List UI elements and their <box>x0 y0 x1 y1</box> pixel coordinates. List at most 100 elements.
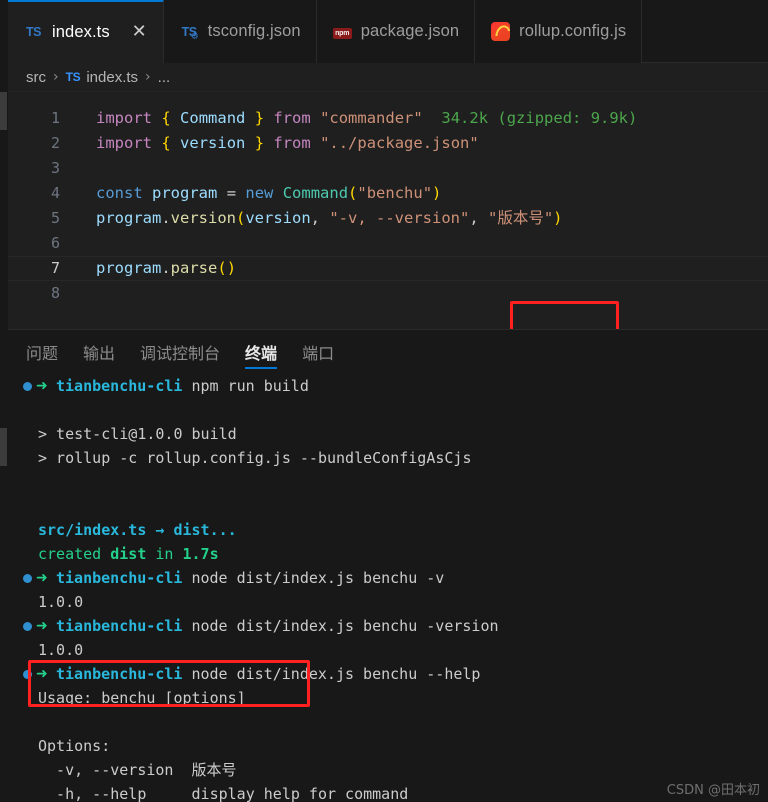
code-token: { <box>161 134 171 152</box>
line-number: 7 <box>50 259 60 277</box>
panel-tab-problems[interactable]: 问题 <box>26 330 58 374</box>
code-text: program.parse() <box>82 256 236 281</box>
code-token: "../package.json" <box>320 134 479 152</box>
terminal-command: npm run build <box>182 377 309 395</box>
code-token: program <box>96 259 162 277</box>
command-success-icon[interactable] <box>16 614 38 638</box>
code-token: from <box>273 134 311 152</box>
code-token: new <box>245 184 274 202</box>
editor-scrollbar-thumb[interactable] <box>0 92 7 130</box>
code-token: } <box>254 109 265 127</box>
tab-rollup-config-js[interactable]: rollup.config.js <box>475 0 643 63</box>
terminal-line: ➜ tianbenchu-cli node dist/index.js bench… <box>8 662 768 686</box>
code-line[interactable]: 8 <box>0 281 768 306</box>
line-number: 1 <box>50 109 60 127</box>
code-token: , <box>469 209 488 227</box>
watermark: CSDN @田本初 <box>666 783 760 798</box>
rollup-icon <box>491 22 511 41</box>
chevron-right-icon: › <box>145 69 151 85</box>
code-line[interactable]: 3 <box>0 156 768 181</box>
code-line[interactable]: 6 <box>0 231 768 256</box>
typescript-config-icon: TS ⚙ <box>181 24 199 42</box>
line-number: 5 <box>50 209 60 227</box>
command-dot-icon <box>22 669 32 679</box>
terminal-scrollbar-thumb[interactable] <box>0 428 7 466</box>
panel-tab-bar: 问题 输出 调试控制台 终端 端口 <box>0 330 768 374</box>
tab-label: rollup.config.js <box>519 22 627 40</box>
terminal-line: > test-cli@1.0.0 build <box>8 422 768 446</box>
code-token: , <box>310 209 330 227</box>
code-token: "benchu" <box>357 184 433 202</box>
close-icon[interactable]: ✕ <box>131 23 148 41</box>
code-line[interactable]: 4 const program = new Command("benchu") <box>0 181 768 206</box>
terminal-output: > test-cli@1.0.0 build <box>38 425 237 443</box>
bottom-panel: 问题 输出 调试控制台 终端 端口 ➜ tianbenchu-cli npm ru… <box>0 329 768 802</box>
tab-tsconfig-json[interactable]: TS ⚙ tsconfig.json <box>163 0 317 63</box>
line-number: 2 <box>50 134 60 152</box>
terminal-line: 1.0.0 <box>8 590 768 614</box>
code-token: ( <box>236 209 246 227</box>
terminal-line: ➜ tianbenchu-cli node dist/index.js bench… <box>8 566 768 590</box>
prompt-host: tianbenchu-cli <box>56 569 183 587</box>
code-token: ) <box>432 184 442 202</box>
code-token: import <box>96 134 152 152</box>
panel-tab-terminal[interactable]: 终端 <box>245 330 278 374</box>
command-success-icon[interactable] <box>16 566 38 590</box>
code-line[interactable]: 7 program.parse() <box>0 256 768 281</box>
terminal-command: node dist/index.js benchu -version <box>182 617 499 635</box>
terminal-output: 1.0.0 <box>38 593 84 611</box>
command-success-icon[interactable] <box>16 662 38 686</box>
tab-package-json[interactable]: npm package.json <box>316 0 476 63</box>
tab-label: tsconfig.json <box>207 22 301 40</box>
code-token: program <box>96 209 162 227</box>
terminal-output: Usage: benchu [options] <box>38 689 246 707</box>
code-token: "版本号" <box>488 209 554 227</box>
code-text: const program = new Command("benchu") <box>82 181 441 206</box>
code-token: const <box>96 184 143 202</box>
breadcrumb-item-src[interactable]: src <box>26 69 46 86</box>
editor-left-rail <box>0 0 8 802</box>
prompt-arrow-icon: ➜ <box>36 666 48 682</box>
code-token: . <box>161 259 171 277</box>
code-line[interactable]: 2 import { version } from "../package.jso… <box>0 131 768 156</box>
code-token: import <box>96 109 152 127</box>
breadcrumb-item-symbols[interactable]: ... <box>158 69 171 86</box>
code-line[interactable]: 5 program.version(version, "-v, --version… <box>0 206 768 231</box>
breadcrumb-item-file[interactable]: index.ts <box>86 69 138 86</box>
vscode-window: TS index.ts ✕ TS ⚙ tsconfig.json npm pack… <box>0 0 768 802</box>
terminal-output: -v, --version 版本号 <box>38 761 237 779</box>
panel-tab-ports[interactable]: 端口 <box>302 330 334 374</box>
terminal-line: ➜ tianbenchu-cli node dist/index.js bench… <box>8 614 768 638</box>
typescript-icon: TS <box>26 25 41 39</box>
typescript-icon: TS <box>65 70 81 84</box>
panel-tab-output[interactable]: 输出 <box>83 330 115 374</box>
prompt-host: tianbenchu-cli <box>56 665 183 683</box>
line-number: 6 <box>50 234 60 252</box>
tab-index-ts[interactable]: TS index.ts ✕ <box>8 0 164 63</box>
terminal-line: > rollup -c rollup.config.js --bundleCon… <box>8 446 768 470</box>
terminal-output: 1.0.0 <box>38 641 84 659</box>
code-editor[interactable]: 1 import { Command } from "commander" 34.… <box>0 92 768 329</box>
terminal-view[interactable]: ➜ tianbenchu-cli npm run build > test-cli@… <box>0 374 768 802</box>
code-token: from <box>273 109 311 127</box>
panel-tab-debug-console[interactable]: 调试控制台 <box>140 330 220 374</box>
code-text: import { version } from "../package.json… <box>82 131 479 156</box>
prompt-arrow-icon: ➜ <box>36 570 48 586</box>
command-success-icon[interactable] <box>16 374 38 398</box>
code-token: version <box>180 134 246 152</box>
code-token: = <box>226 184 237 202</box>
command-dot-icon <box>22 621 32 631</box>
prompt-arrow-icon: ➜ <box>36 618 48 634</box>
code-line[interactable]: 1 import { Command } from "commander" 34.… <box>0 106 768 131</box>
code-token: version <box>245 209 311 227</box>
prompt-host: tianbenchu-cli <box>56 377 183 395</box>
